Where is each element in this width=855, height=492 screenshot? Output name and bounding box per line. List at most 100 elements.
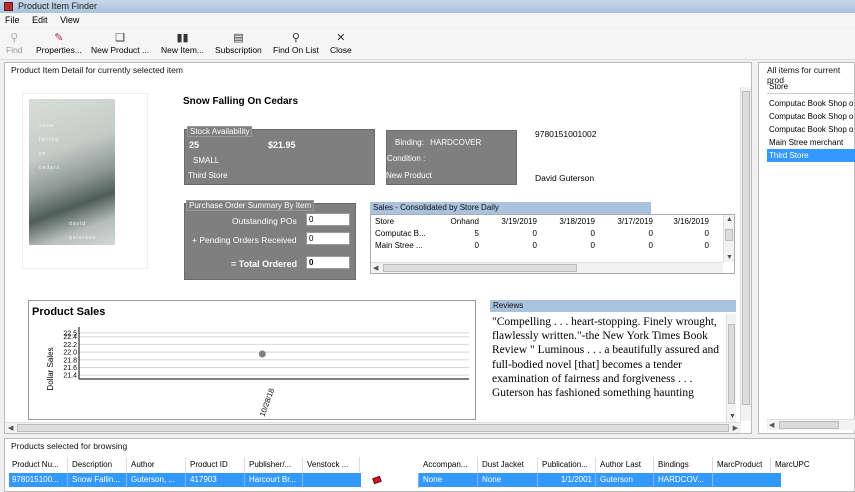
find-on-list-label: Find On List: [273, 45, 319, 55]
close-button[interactable]: ✕ Close: [330, 31, 352, 55]
window-title: Product Item Finder: [18, 1, 98, 11]
detail-vscroll-thumb[interactable]: [742, 91, 750, 405]
properties-button[interactable]: ✎ Properties...: [36, 31, 82, 55]
list-item[interactable]: Computac Book Shop o: [767, 123, 855, 136]
table-row-selected[interactable]: 978015100... Snow Fallin... Guterson, ..…: [9, 473, 781, 488]
browse-col-accompanying[interactable]: Accompan...: [420, 457, 478, 472]
table-row[interactable]: Main Stree ... 0 0 0 0 0: [371, 239, 713, 251]
sales-col-date[interactable]: 3/18/2019: [541, 215, 599, 227]
sales-col-onhand[interactable]: Onhand: [431, 215, 483, 227]
cover-author-text: david guterson: [69, 221, 97, 241]
binoculars-icon: ⚲: [10, 32, 19, 44]
browse-col-product-number[interactable]: Product Nu...: [9, 457, 68, 472]
sales-horizontal-scrollbar[interactable]: ◀: [371, 262, 723, 273]
scroll-left-arrow-icon[interactable]: ◀: [8, 424, 13, 432]
book-icon: [372, 475, 382, 485]
browse-col-marc-product[interactable]: MarcProduct: [714, 457, 771, 472]
chart-y-tick-label: 21.8: [63, 357, 77, 364]
browse-col-author-last[interactable]: Author Last: [597, 457, 654, 472]
sales-col-date[interactable]: 3/17/2019: [599, 215, 657, 227]
cover-title-text: snow falling on cedars: [39, 123, 61, 171]
close-icon: ✕: [336, 32, 346, 44]
stock-store: Third Store: [188, 171, 228, 180]
sales-vscroll-thumb[interactable]: [725, 229, 733, 241]
detail-hscroll-thumb[interactable]: [17, 424, 729, 432]
all-items-hscroll-thumb[interactable]: [779, 421, 839, 429]
menu-bar: File Edit View: [0, 13, 855, 28]
detail-horizontal-scrollbar[interactable]: ◀ ▶: [5, 422, 741, 433]
list-item-selected[interactable]: Third Store: [767, 149, 855, 162]
chart-y-axis-label: Dollar Sales: [46, 347, 55, 390]
browse-col-marc-upc[interactable]: MarcUPC: [772, 457, 829, 472]
stock-price: $21.95: [268, 140, 296, 150]
reviews-caption: Reviews: [490, 300, 736, 312]
browse-col-author[interactable]: Author: [128, 457, 186, 472]
table-row[interactable]: Computac B... 5 0 0 0 0: [371, 227, 713, 239]
list-item[interactable]: Computac Book Shop o: [767, 110, 855, 123]
binoculars-icon: ⚲: [291, 32, 300, 44]
scroll-down-arrow-icon[interactable]: ▼: [726, 254, 733, 261]
title-bar: Product Item Finder: [0, 0, 855, 13]
chart-y-tick-label: 21.4: [63, 373, 77, 380]
subscription-label: Subscription: [215, 45, 262, 55]
menu-view[interactable]: View: [55, 13, 84, 28]
all-items-panel: All items for current prod Store Computa…: [758, 62, 855, 434]
scroll-down-arrow-icon[interactable]: ▼: [729, 413, 736, 420]
detail-panel-caption: Product Item Detail for currently select…: [11, 65, 183, 75]
pending-orders-label: + Pending Orders Received: [192, 235, 297, 245]
browse-caption: Products selected for browsing: [11, 441, 128, 451]
sales-col-date[interactable]: 3/19/2019: [483, 215, 541, 227]
sales-hscroll-thumb[interactable]: [383, 264, 577, 272]
browse-col-venstock[interactable]: Venstock ...: [304, 457, 360, 472]
sales-grid-caption: Sales - Consolidated by Store Daily: [370, 202, 651, 214]
find-button[interactable]: ⚲ Find: [6, 31, 23, 55]
sales-vertical-scrollbar[interactable]: ▲ ▼: [723, 215, 734, 262]
chart-data-point: [258, 350, 266, 358]
close-label: Close: [330, 45, 352, 55]
outstanding-pos-label: Outstanding POs: [232, 216, 297, 226]
browse-col-publisher[interactable]: Publisher/...: [246, 457, 303, 472]
product-sales-chart-svg: Product Sales Dollar Sales 22.522.422.22…: [32, 306, 469, 418]
scroll-left-arrow-icon[interactable]: ◀: [769, 421, 774, 429]
scroll-up-arrow-icon[interactable]: ▲: [726, 216, 733, 223]
app-icon: [4, 2, 13, 11]
browse-col-dust-jacket[interactable]: Dust Jacket: [479, 457, 538, 472]
all-items-column-store[interactable]: Store: [767, 80, 855, 94]
subscription-button[interactable]: ▤ Subscription: [215, 31, 262, 55]
binding-label: Binding: HARDCOVER: [395, 138, 482, 147]
find-label: Find: [6, 45, 23, 55]
chart-x-tick-label: 10/28/18: [258, 387, 276, 418]
browse-col-product-id[interactable]: Product ID: [187, 457, 245, 472]
scroll-left-arrow-icon[interactable]: ◀: [373, 264, 378, 272]
find-on-list-button[interactable]: ⚲ Find On List: [273, 31, 319, 55]
book-cover-image: snow falling on cedars david guterson: [22, 93, 148, 269]
menu-edit[interactable]: Edit: [27, 13, 53, 28]
reviews-vscroll-thumb[interactable]: [728, 324, 735, 404]
list-item[interactable]: Computac Book Shop o: [767, 97, 855, 110]
sales-header-row: Store Onhand 3/19/2019 3/18/2019 3/17/20…: [371, 215, 713, 227]
scroll-right-arrow-icon[interactable]: ▶: [733, 424, 738, 432]
chart-x-ticks: 10/28/18: [258, 387, 276, 418]
chart-title: Product Sales: [32, 306, 105, 318]
all-items-horizontal-scrollbar[interactable]: ◀: [767, 419, 855, 430]
isbn-value: 9780151001002: [535, 129, 597, 139]
browse-col-publication[interactable]: Publication...: [539, 457, 596, 472]
product-sales-chart: Product Sales Dollar Sales 22.5 22.4 22.2 2…: [28, 300, 476, 420]
chart-y-tick-label: 21.6: [63, 365, 77, 372]
menu-file[interactable]: File: [0, 13, 25, 28]
list-item[interactable]: Main Stree merchant: [767, 136, 855, 149]
detail-vertical-scrollbar[interactable]: [740, 87, 751, 421]
stock-availability-legend: Stock Availability: [187, 126, 253, 137]
reviews-vertical-scrollbar[interactable]: ▼: [726, 314, 736, 422]
chart-y-tick-label: 22.2: [63, 342, 77, 349]
properties-icon: ✎: [54, 32, 64, 44]
po-summary-legend: Purchase Order Summary By Item: [186, 200, 315, 211]
new-item-button[interactable]: ▮▮ New Item...: [161, 31, 204, 55]
sales-table: Store Onhand 3/19/2019 3/18/2019 3/17/20…: [371, 215, 713, 251]
chart-gridlines: [79, 332, 469, 376]
sales-col-store[interactable]: Store: [371, 215, 431, 227]
sales-col-date[interactable]: 3/16/2019: [657, 215, 713, 227]
new-product-button[interactable]: ❑ New Product ...: [91, 31, 149, 55]
browse-col-bindings[interactable]: Bindings: [655, 457, 713, 472]
browse-col-description[interactable]: Description: [69, 457, 127, 472]
